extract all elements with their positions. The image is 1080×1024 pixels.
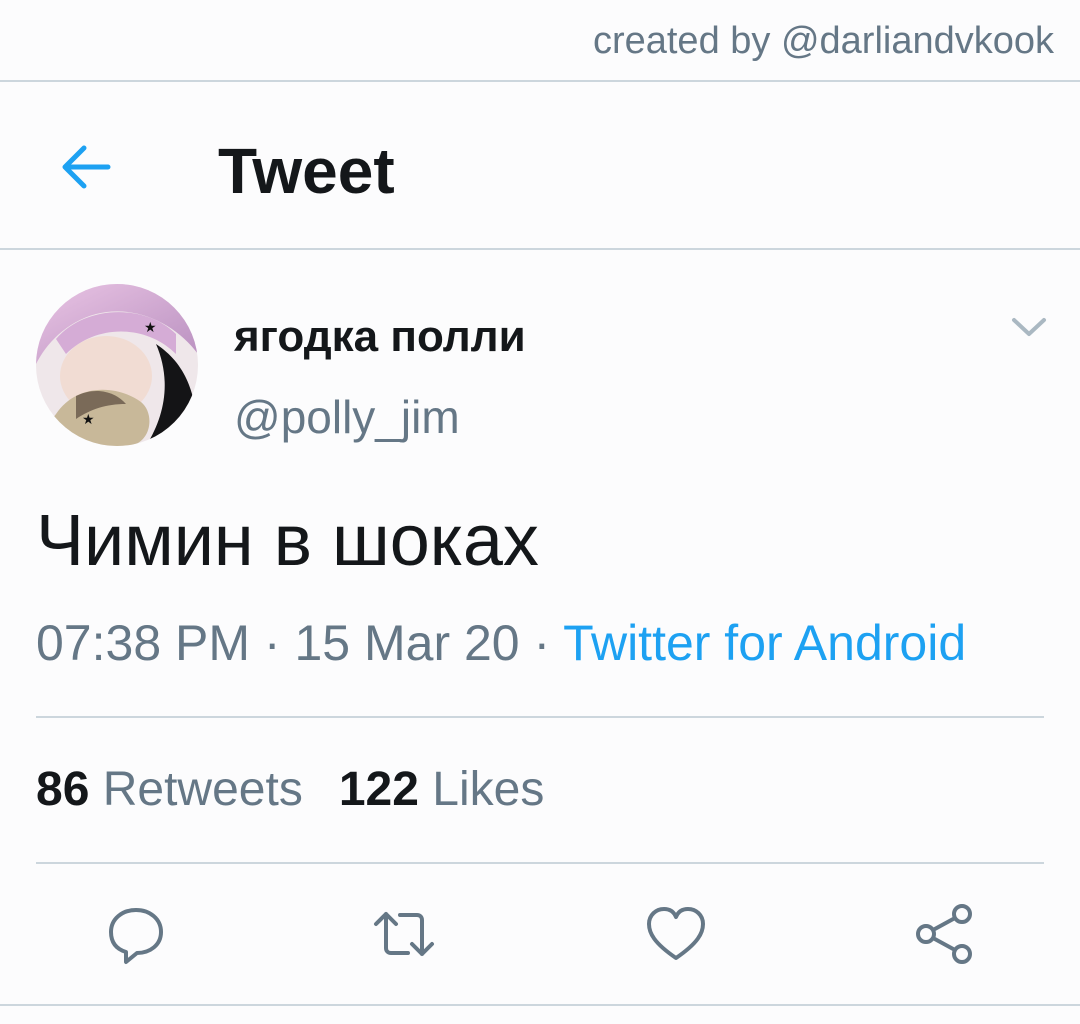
- chevron-down-icon[interactable]: [1010, 312, 1048, 342]
- retweet-icon: [374, 912, 434, 956]
- svg-text:★: ★: [144, 320, 157, 336]
- stats-divider: [36, 862, 1044, 864]
- likes-label: Likes: [432, 763, 545, 816]
- avatar[interactable]: ★ ★: [36, 284, 198, 446]
- heart-icon: [647, 907, 705, 960]
- retweets-label: Retweets: [102, 763, 303, 816]
- page-title: Tweet: [218, 135, 395, 207]
- meta-divider: [36, 716, 1044, 718]
- tweet-stats: 86 Retweets 122 Likes: [36, 762, 544, 817]
- author-display-name[interactable]: ягодка полли: [234, 312, 526, 362]
- back-arrow-icon[interactable]: [58, 140, 112, 194]
- tweet-source-link[interactable]: Twitter for Android: [563, 615, 966, 671]
- reply-icon: [109, 908, 163, 964]
- meta-separator: ·: [263, 615, 281, 671]
- watermark-credit: created by @darliandvkook: [592, 20, 1054, 62]
- share-button[interactable]: [912, 902, 976, 966]
- reply-button[interactable]: [104, 902, 168, 966]
- retweets-stat[interactable]: 86 Retweets: [36, 763, 303, 816]
- tweet-time: 07:38 PM: [36, 615, 251, 671]
- like-button[interactable]: [644, 902, 708, 966]
- bottom-divider: [0, 1004, 1080, 1006]
- tweet-meta: 07:38 PM · 15 Mar 20 · Twitter for Andro…: [36, 614, 966, 672]
- retweet-button[interactable]: [372, 902, 436, 966]
- share-icon: [916, 904, 972, 964]
- svg-text:★: ★: [82, 412, 95, 428]
- header-divider: [0, 248, 1080, 250]
- likes-stat[interactable]: 122 Likes: [339, 763, 545, 816]
- retweets-count: 86: [36, 763, 90, 816]
- tweet-text: Чимин в шоках: [36, 501, 539, 581]
- tweet-date: 15 Mar 20: [294, 615, 520, 671]
- top-divider: [0, 80, 1080, 82]
- likes-count: 122: [338, 763, 419, 816]
- meta-separator: ·: [533, 615, 551, 671]
- author-handle[interactable]: @polly_jim: [234, 390, 460, 444]
